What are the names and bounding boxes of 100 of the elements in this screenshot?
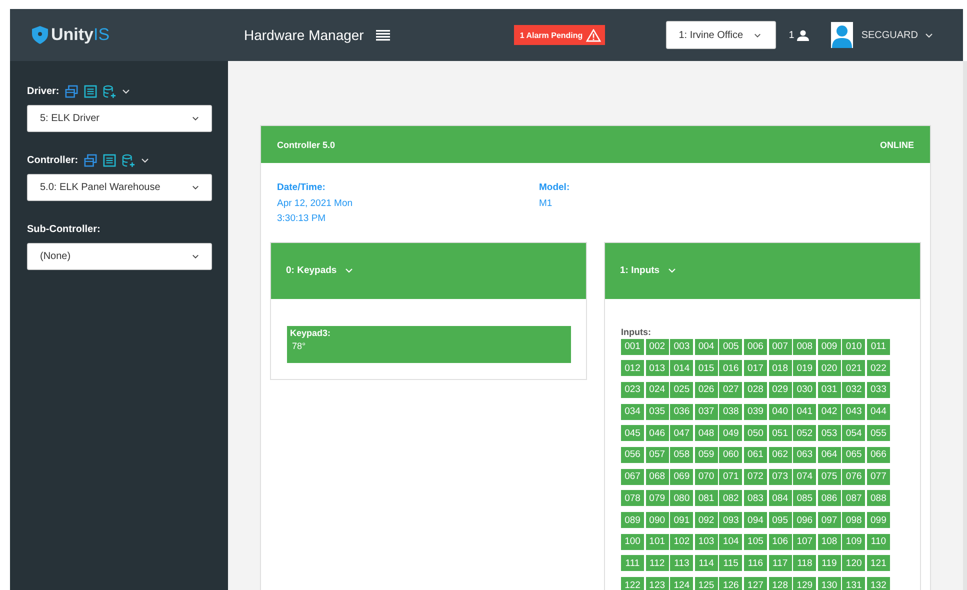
input-tile: 015 [694, 360, 718, 376]
input-tile: 005 [719, 338, 742, 354]
input-tile: 073 [768, 468, 792, 485]
input-tile: 121 [866, 555, 890, 572]
input-tile: 068 [646, 468, 669, 485]
input-tile: 111 [621, 555, 644, 572]
input-tile: 097 [818, 512, 841, 528]
input-tile: 129 [793, 577, 816, 590]
field-value: 3:30:13 PM [277, 212, 327, 226]
caret-icon[interactable] [122, 88, 130, 94]
input-tile: 104 [719, 534, 742, 550]
input-tile: 094 [744, 512, 767, 528]
input-tile: 014 [670, 360, 694, 376]
input-tile: 045 [621, 425, 644, 442]
select-field[interactable]: 5.0: ELK Panel Warehouse [27, 174, 212, 201]
input-tile: 035 [646, 404, 669, 420]
input-tile: 131 [842, 577, 866, 590]
input-tile: 058 [670, 446, 694, 463]
input-tile: 091 [670, 512, 694, 528]
input-tile: 053 [818, 425, 841, 442]
caret-icon [192, 254, 199, 259]
input-tile: 050 [744, 425, 767, 442]
input-tile: 007 [768, 338, 792, 354]
input-tile: 034 [621, 404, 644, 420]
field-value: Apr 12, 2021 Mon [277, 196, 354, 210]
input-tile: 123 [646, 577, 669, 590]
input-tile: 078 [621, 490, 644, 506]
input-tile: 026 [694, 382, 718, 398]
field-label: Model: [539, 181, 571, 195]
database-add-icon[interactable] [103, 84, 116, 98]
avatar-icon[interactable] [831, 22, 854, 48]
caret-icon[interactable] [141, 158, 150, 162]
select-field[interactable]: 5: ELK Driver [27, 105, 212, 132]
input-tile: 028 [744, 382, 767, 398]
input-tile: 019 [793, 360, 816, 376]
input-tile: 051 [768, 425, 792, 442]
list-icon[interactable] [84, 84, 98, 98]
caret-icon [754, 32, 761, 38]
input-tile: 044 [866, 404, 890, 420]
input-tile: 066 [866, 446, 890, 463]
input-tile: 095 [768, 512, 792, 528]
input-tile: 071 [719, 468, 742, 485]
warning-icon [586, 28, 601, 42]
field-value: M1 [539, 196, 554, 210]
input-tile: 124 [670, 577, 694, 590]
input-tile: 116 [744, 555, 767, 572]
input-tile: 001 [621, 338, 644, 354]
input-tile: 132 [866, 577, 890, 590]
input-tile: 029 [768, 382, 792, 398]
database-add-icon[interactable] [122, 154, 136, 166]
input-tile: 006 [744, 338, 767, 354]
caret-icon [344, 268, 353, 273]
input-tile: 031 [818, 382, 841, 398]
input-tile: 064 [818, 446, 841, 463]
input-tile: 063 [793, 446, 816, 463]
user-count: 1 [788, 30, 794, 40]
input-tile: 096 [793, 512, 816, 528]
input-tile: 114 [694, 555, 718, 572]
windows-icon[interactable] [65, 84, 78, 98]
user-menu[interactable]: SECGUARD [859, 30, 935, 40]
input-tile: 065 [842, 446, 866, 463]
select-field[interactable]: (None) [27, 243, 212, 270]
input-tile: 128 [768, 577, 792, 590]
input-tile: 090 [646, 512, 669, 528]
input-tile: 110 [866, 534, 890, 550]
input-tile: 011 [866, 338, 890, 354]
alarm-badge[interactable]: 1 Alarm Pending [514, 25, 605, 45]
input-tile: 041 [793, 404, 816, 420]
caret-icon [668, 268, 676, 273]
input-tile: 109 [842, 534, 866, 550]
input-tile: 027 [719, 382, 742, 398]
inputs-label: Inputs: [621, 326, 652, 336]
input-tile: 127 [744, 577, 767, 590]
input-tile: 003 [670, 338, 694, 354]
input-tile: 042 [818, 404, 841, 420]
windows-icon[interactable] [84, 154, 98, 166]
input-tile: 077 [866, 468, 890, 485]
input-tile: 080 [670, 490, 694, 506]
input-tile: 098 [842, 512, 866, 528]
input-tile: 117 [768, 555, 792, 572]
input-tile: 101 [646, 534, 669, 550]
input-tile: 047 [670, 425, 694, 442]
input-tile: 002 [646, 338, 669, 354]
input-tile: 087 [842, 490, 866, 506]
input-tile: 037 [694, 404, 718, 420]
input-tile: 013 [646, 360, 669, 376]
input-tile: 009 [818, 338, 841, 354]
input-tile: 059 [694, 446, 718, 463]
input-tile: 119 [818, 555, 841, 572]
list-icon[interactable] [103, 154, 116, 166]
logo-text: UnityIS [51, 25, 110, 45]
input-tile: 115 [719, 555, 742, 572]
input-tile: 083 [744, 490, 767, 506]
input-tile: 055 [866, 425, 890, 442]
site-dropdown[interactable]: 1: Irvine Office [666, 21, 776, 49]
menu-icon[interactable] [376, 30, 390, 40]
keypad-temperature: 78° [291, 340, 307, 350]
input-tile: 056 [621, 446, 644, 463]
input-tile: 103 [694, 534, 718, 550]
caret-icon [192, 185, 199, 190]
